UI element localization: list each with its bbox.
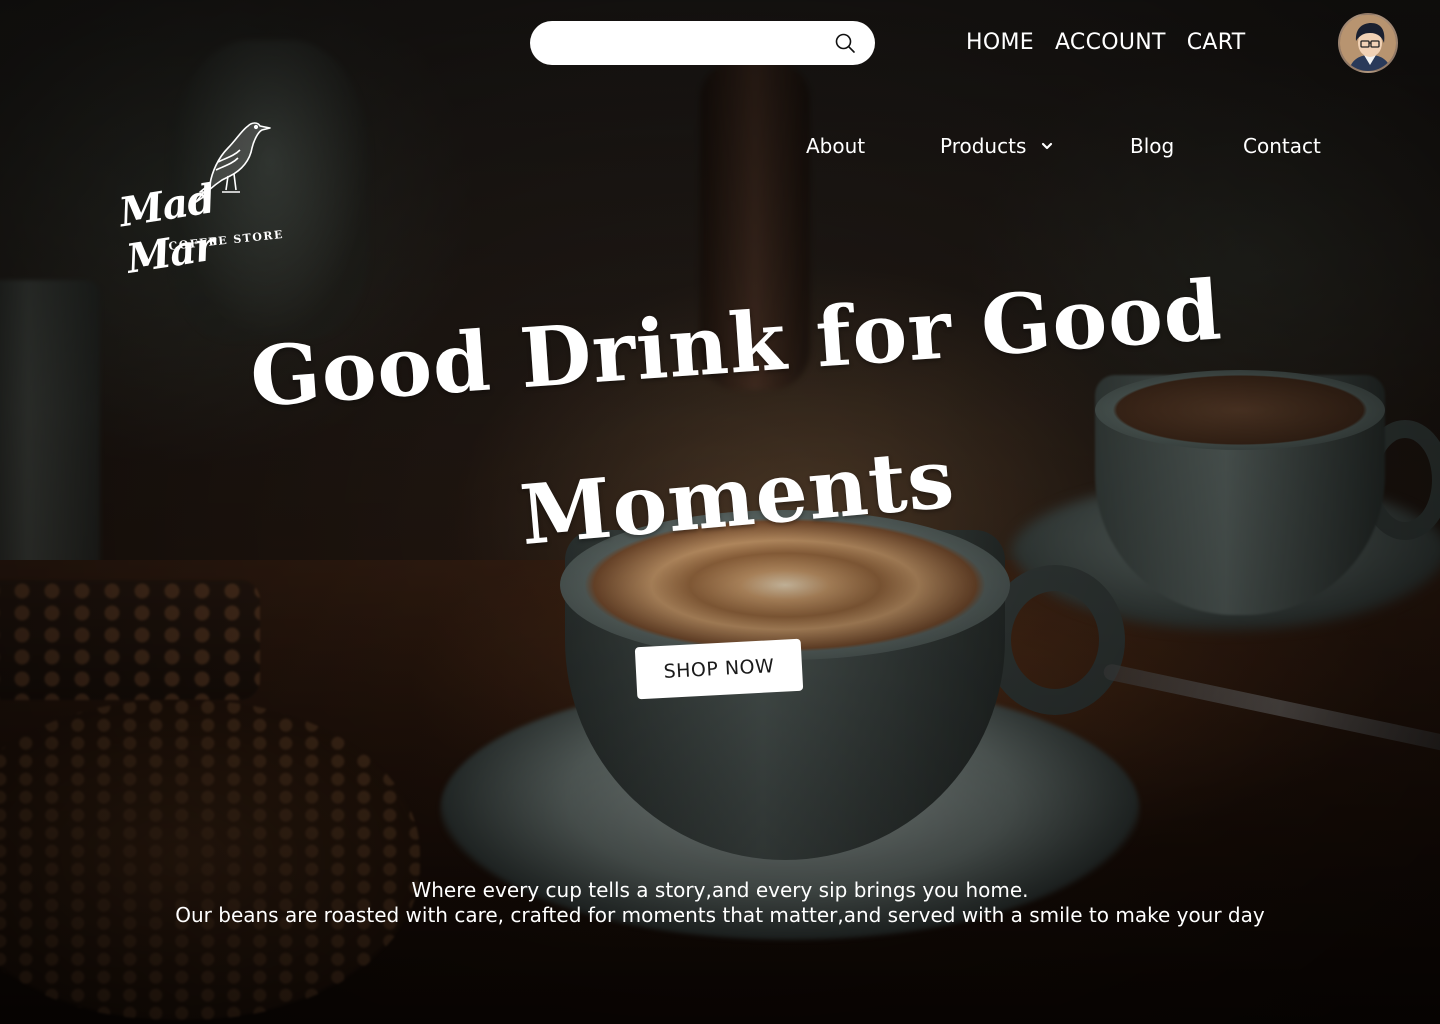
nav-about-label: About [806,134,866,158]
nav-home-link[interactable]: HOME [966,30,1034,55]
search-bar [530,21,875,65]
top-nav: HOME ACCOUNT CART [966,30,1246,55]
tagline-line-2: Our beans are roasted with care, crafted… [175,903,1265,927]
nav-products-dropdown[interactable]: Products [940,134,1054,158]
nav-blog-link[interactable]: Blog [1130,134,1174,158]
logo-name: Mad Mar [116,175,218,283]
nav-account-link[interactable]: ACCOUNT [1055,30,1166,55]
brand-logo[interactable]: Mad Mar COFFEE STORE [112,118,312,283]
nav-cart-link[interactable]: CART [1187,30,1246,55]
shop-now-button[interactable]: SHOP NOW [634,638,804,700]
nav-blog-label: Blog [1130,134,1175,158]
user-avatar[interactable] [1338,13,1398,73]
chevron-down-icon [1040,134,1054,158]
nav-contact-link[interactable]: Contact [1243,134,1321,158]
nav-contact-label: Contact [1243,134,1321,158]
nav-products-label: Products [940,134,1027,158]
nav-about-link[interactable]: About [806,134,865,158]
search-icon[interactable] [823,21,867,65]
tagline-line-1: Where every cup tells a story,and every … [411,878,1029,902]
search-input[interactable] [530,21,823,65]
